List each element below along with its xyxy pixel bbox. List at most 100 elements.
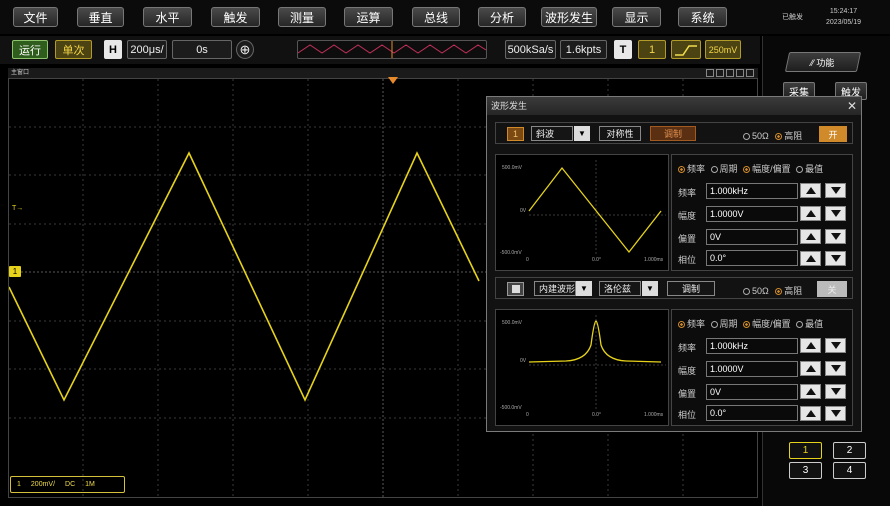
channel-4-button[interactable]: 4 — [833, 462, 866, 479]
gen1-offset-input[interactable]: 0V — [706, 229, 798, 245]
gen2-impedance-radios[interactable]: 50Ω 高阻 — [743, 284, 802, 297]
down-arrow-icon[interactable] — [825, 183, 846, 198]
down-arrow-icon[interactable] — [825, 361, 846, 376]
gen1-modulation-button[interactable]: 调制 — [650, 126, 696, 141]
radio-peak[interactable] — [796, 321, 804, 329]
up-arrow-icon[interactable] — [800, 384, 821, 399]
gen2-off-toggle[interactable]: 关 — [817, 281, 847, 297]
timebase-field[interactable]: 200μs/ — [127, 40, 167, 59]
gen1-freq-input[interactable]: 1.000kHz — [706, 183, 798, 199]
trigger-edge-icon[interactable] — [671, 40, 701, 59]
gen1-amp-label: 幅度 — [678, 211, 697, 221]
window-ctrl-icon[interactable] — [716, 69, 724, 77]
menu-vertical[interactable]: 垂直 — [77, 7, 124, 27]
menu-measure[interactable]: 测量 — [278, 7, 326, 27]
gen2-index-badge[interactable] — [507, 282, 524, 296]
down-arrow-icon[interactable] — [825, 206, 846, 221]
gen1-index-badge[interactable]: 1 — [507, 127, 524, 141]
menu-display[interactable]: 显示 — [612, 7, 661, 27]
up-arrow-icon[interactable] — [800, 338, 821, 353]
gen2-offset-input[interactable]: 0V — [706, 384, 798, 400]
chevron-down-icon[interactable]: ▼ — [574, 126, 590, 141]
window-ctrl-icon[interactable] — [746, 69, 754, 77]
radio-50ohm[interactable] — [743, 133, 750, 141]
gen1-on-toggle[interactable]: 开 — [819, 126, 847, 142]
down-arrow-icon[interactable] — [825, 384, 846, 399]
gen1-mode-radios[interactable]: 频率 周期 幅度/偏置 最值 — [678, 162, 823, 175]
menu-bus[interactable]: 总线 — [412, 7, 460, 27]
gen2-mode-radios[interactable]: 频率 周期 幅度/偏置 最值 — [678, 317, 823, 330]
gen2-freq-input[interactable]: 1.000kHz — [706, 338, 798, 354]
trigger-level-marker[interactable]: T→ — [12, 205, 23, 212]
radio-period[interactable] — [710, 166, 718, 174]
delay-field[interactable]: 0s — [172, 40, 232, 59]
window-ctrl-icon[interactable] — [706, 69, 714, 77]
down-arrow-icon[interactable] — [825, 338, 846, 353]
run-button[interactable]: 运行 — [12, 40, 48, 59]
waveform-overview[interactable] — [297, 40, 487, 59]
wavegen-dialog: 波形发生 ✕ 1 斜波 ▼ 对称性 调制 50Ω 高阻 开 500.0mV 0V… — [486, 96, 862, 432]
channel-2-button[interactable]: 2 — [833, 442, 866, 459]
zoom-plus-icon[interactable]: ⊕ — [236, 40, 254, 59]
horizontal-icon-button[interactable]: H — [104, 40, 122, 59]
up-arrow-icon[interactable] — [800, 183, 821, 198]
menu-math[interactable]: 运算 — [344, 7, 393, 27]
ch1-info-badge[interactable]: 1 200mV/ DC 1M — [10, 476, 125, 493]
down-arrow-icon[interactable] — [825, 229, 846, 244]
menu-wavegen[interactable]: 波形发生 — [541, 7, 597, 27]
radio-high-z[interactable] — [775, 288, 783, 296]
window-ctrl-icon[interactable] — [726, 69, 734, 77]
radio-period[interactable] — [710, 321, 718, 329]
channel-3-button[interactable]: 3 — [789, 462, 822, 479]
radio-amp-offset[interactable] — [743, 321, 751, 329]
up-arrow-icon[interactable] — [800, 206, 821, 221]
menu-trigger[interactable]: 触发 — [211, 7, 260, 27]
gen2-amp-label: 幅度 — [678, 366, 697, 376]
up-arrow-icon[interactable] — [800, 251, 821, 266]
gen1-phase-input[interactable]: 0.0° — [706, 250, 798, 266]
chevron-down-icon[interactable]: ▼ — [642, 281, 658, 296]
chevron-down-icon[interactable]: ▼ — [576, 281, 592, 296]
channel-1-button[interactable]: 1 — [789, 442, 822, 459]
gen1-symmetry-button[interactable]: 对称性 — [599, 126, 641, 141]
gen2-x-start: 0 — [526, 412, 529, 418]
trigger-position-icon[interactable] — [388, 77, 398, 84]
gen1-impedance-radios[interactable]: 50Ω 高阻 — [743, 129, 802, 142]
gen2-x-mid: 0.0° — [592, 412, 601, 418]
menu-horizontal[interactable]: 水平 — [143, 7, 192, 27]
gen2-subwave-select[interactable]: 洛伦兹 — [599, 281, 641, 296]
up-arrow-icon[interactable] — [800, 406, 821, 421]
up-arrow-icon[interactable] — [800, 229, 821, 244]
trigger-source-field[interactable]: 1 — [638, 40, 666, 59]
gen1-amp-input[interactable]: 1.0000V — [706, 206, 798, 222]
overview-wave-icon — [298, 41, 486, 58]
trigger-level-field[interactable]: 250mV — [705, 40, 741, 59]
ch1-offset-marker[interactable]: 1 — [9, 266, 21, 277]
trigger-icon-button[interactable]: T — [614, 40, 632, 59]
gen1-freq-label: 频率 — [678, 188, 697, 198]
radio-amp-offset[interactable] — [743, 166, 751, 174]
radio-frequency[interactable] — [678, 166, 685, 174]
dialog-title: 波形发生 — [491, 101, 528, 111]
single-button[interactable]: 单次 — [55, 40, 92, 59]
menu-system[interactable]: 系统 — [678, 7, 727, 27]
gen2-amp-input[interactable]: 1.0000V — [706, 361, 798, 377]
window-ctrl-icon[interactable] — [736, 69, 744, 77]
up-arrow-icon[interactable] — [800, 361, 821, 376]
gen2-modulation-button[interactable]: 调制 — [667, 281, 715, 296]
radio-frequency[interactable] — [678, 321, 685, 329]
down-arrow-icon[interactable] — [825, 406, 846, 421]
gen1-wave-select[interactable]: 斜波 — [531, 126, 573, 141]
radio-50ohm[interactable] — [743, 288, 750, 296]
gen1-x-end: 1.000ms — [644, 257, 664, 263]
menu-analysis[interactable]: 分析 — [478, 7, 526, 27]
close-icon[interactable]: ✕ — [845, 99, 859, 113]
gen2-phase-input[interactable]: 0.0° — [706, 405, 798, 421]
gen2-wave-select[interactable]: 内建波形 — [534, 281, 576, 296]
menu-file[interactable]: 文件 — [13, 7, 58, 27]
dialog-titlebar[interactable]: 波形发生 ✕ — [487, 97, 861, 115]
radio-peak[interactable] — [796, 166, 804, 174]
radio-high-z[interactable] — [775, 133, 783, 141]
function-button[interactable]: ⁄⁄ 功能 — [784, 52, 862, 72]
down-arrow-icon[interactable] — [825, 251, 846, 266]
